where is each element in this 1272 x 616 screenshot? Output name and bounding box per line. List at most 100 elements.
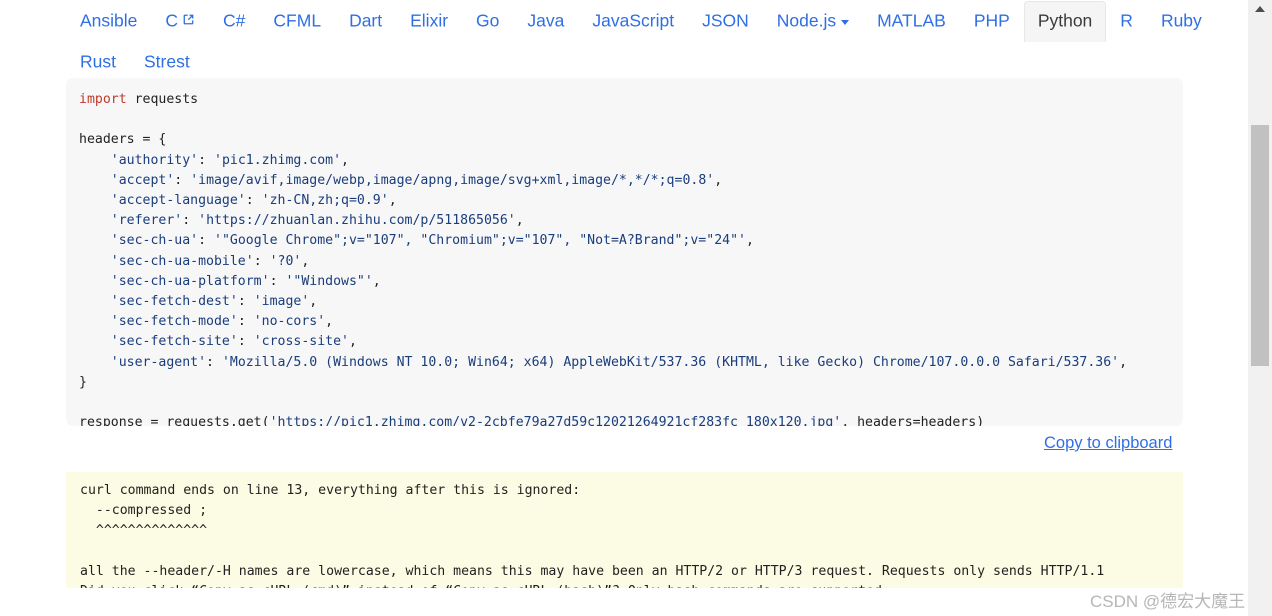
external-link-icon (182, 12, 195, 30)
tab-python[interactable]: Python (1023, 1, 1107, 43)
tab-matlab[interactable]: MATLAB (863, 1, 960, 42)
code-token: 'sec-fetch-dest' (110, 294, 238, 310)
tab-label: C (165, 10, 179, 31)
tab-label: Ruby (1160, 10, 1202, 31)
tab-label: Strest (143, 51, 190, 72)
code-token: 'pic1.zhimg.com' (214, 152, 342, 168)
tab-cfml[interactable]: CFML (259, 1, 335, 42)
code-token: : (237, 294, 254, 310)
code-token: : (253, 253, 270, 269)
code-token: , (372, 273, 381, 289)
vertical-scrollbar[interactable] (1248, 0, 1272, 616)
code-token: '"Google Chrome";v="107", "Chromium";v="… (214, 233, 746, 249)
code-token: 'no-cors' (253, 314, 326, 330)
tab-label: Go (476, 10, 500, 31)
code-token: '?0' (269, 253, 302, 269)
code-token: , (388, 193, 397, 209)
tab-label: C# (223, 10, 246, 31)
code-token: import (79, 92, 127, 107)
tab-javascript[interactable]: JavaScript (578, 1, 688, 42)
code-token: , (714, 172, 723, 188)
tab-node-js[interactable]: Node.js (763, 1, 863, 42)
warning-box: curl command ends on line 13, everything… (66, 472, 1183, 588)
tab-r[interactable]: R (1106, 1, 1147, 42)
code-token: : (206, 354, 222, 370)
tab-label: Python (1037, 10, 1093, 31)
copy-to-clipboard-link[interactable]: Copy to clipboard (1044, 434, 1172, 453)
code-token: 'cross-site' (253, 334, 349, 350)
code-token: 'sec-fetch-site' (110, 334, 238, 350)
code-token: 'https://zhuanlan.zhihu.com/p/511865056' (198, 213, 516, 229)
code-token: , (309, 294, 318, 310)
chevron-down-icon (841, 19, 850, 25)
code-content: import requests headers = { 'authority':… (79, 90, 1169, 426)
code-token: , (348, 334, 357, 350)
tab-label: Elixir (410, 10, 449, 31)
csdn-watermark: CSDN @德宏大魔王 (1090, 592, 1246, 611)
code-token: , (515, 213, 524, 229)
code-token: : (198, 233, 214, 249)
scrollbar-thumb[interactable] (1251, 125, 1269, 366)
code-token: : (245, 193, 262, 209)
code-token: 'referer' (110, 213, 183, 229)
code-token: : (237, 314, 254, 330)
tab-label: Java (527, 10, 565, 31)
code-token: , (341, 152, 349, 168)
code-token: : (182, 213, 199, 229)
tab-c-[interactable]: C# (209, 1, 259, 42)
tab-java[interactable]: Java (513, 1, 578, 42)
code-token: 'sec-ch-ua-mobile' (110, 253, 254, 269)
tab-label: CFML (273, 10, 322, 31)
code-token: } (79, 374, 87, 390)
code-token: : (237, 334, 254, 350)
code-token: , (325, 314, 334, 330)
code-token: requests (126, 92, 199, 107)
tab-c[interactable]: C (151, 1, 209, 42)
tab-go[interactable]: Go (462, 1, 513, 42)
tab-label: MATLAB (877, 10, 946, 31)
code-token: 'sec-ch-ua-platform' (110, 273, 270, 289)
code-token: 'authority' (110, 152, 199, 168)
code-token: : (269, 273, 286, 289)
code-token: 'image/avif,image/webp,image/apng,image/… (190, 172, 715, 188)
tab-label: PHP (973, 10, 1010, 31)
code-token: 'Mozilla/5.0 (Windows NT 10.0; Win64; x6… (221, 354, 1120, 370)
code-token: 'sec-fetch-mode' (110, 314, 238, 330)
code-token: , (301, 253, 310, 269)
code-token: 'sec-ch-ua' (110, 233, 199, 249)
tab-ruby[interactable]: Ruby (1147, 1, 1216, 42)
code-token: response = requests.get( (79, 415, 270, 426)
code-token: , headers=headers) (841, 415, 985, 426)
code-token: 'zh-CN,zh;q=0.9' (261, 193, 389, 209)
tab-label: Dart (349, 10, 383, 31)
code-block[interactable]: import requests headers = { 'authority':… (66, 78, 1183, 426)
warning-text: curl command ends on line 13, everything… (80, 483, 1105, 588)
tab-ansible[interactable]: Ansible (66, 1, 151, 42)
tab-label: R (1120, 10, 1133, 31)
code-token: , (745, 233, 754, 249)
tab-php[interactable]: PHP (960, 1, 1024, 42)
tab-elixir[interactable]: Elixir (396, 1, 462, 42)
language-tab-bar: Ansible C C# CFML Dart Elixir Go Java JavaScript… (0, 0, 1248, 83)
tab-label: Node.js (776, 10, 837, 31)
tab-label: Rust (80, 51, 116, 72)
scroll-up-arrow-icon[interactable] (1255, 6, 1265, 12)
code-token: 'accept' (110, 172, 175, 188)
code-token: 'image' (253, 294, 310, 310)
code-token: : (198, 152, 214, 168)
tab-label: JavaScript (592, 10, 675, 31)
code-token: : (174, 172, 191, 188)
tab-json[interactable]: JSON (688, 1, 763, 42)
tab-dart[interactable]: Dart (335, 1, 396, 42)
code-token: 'accept-language' (110, 193, 246, 209)
